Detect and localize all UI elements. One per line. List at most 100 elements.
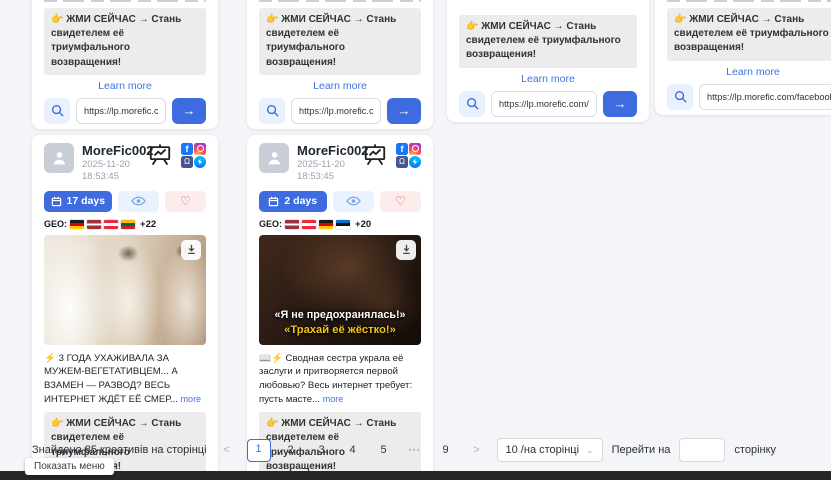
facebook-icon[interactable]	[396, 143, 408, 155]
creative-timestamp: 2025-11-20 18:53:45	[297, 159, 363, 183]
flag-austria-icon	[302, 220, 316, 229]
arrow-right-icon: →	[614, 96, 627, 111]
landing-url-input[interactable]	[699, 84, 831, 110]
pages-ellipsis[interactable]: •••	[404, 440, 426, 461]
learn-more-link[interactable]: Learn more	[667, 65, 831, 79]
page-3[interactable]: 3	[311, 440, 333, 461]
duration-button[interactable]: 2 days	[259, 191, 327, 212]
geo-flags	[285, 220, 350, 229]
flag-austria-icon	[104, 220, 118, 229]
landing-url-input[interactable]	[291, 98, 381, 124]
placement-icons	[148, 143, 206, 171]
search-icon[interactable]	[259, 98, 285, 124]
advertiser-info: MoreFic002 2025-11-20 18:53:45	[82, 143, 148, 183]
open-url-button[interactable]: →	[172, 98, 206, 124]
calendar-icon	[51, 196, 62, 207]
creative-card-clipped-4: 👉 ЖМИ СЕЙЧАС → Стань свидетелем её триум…	[655, 0, 831, 115]
landing-url-input[interactable]	[76, 98, 166, 124]
duration-label: 17 days	[67, 195, 106, 207]
more-link[interactable]: more	[181, 394, 202, 404]
eye-icon	[346, 196, 361, 206]
image-download-button[interactable]	[181, 240, 201, 260]
goto-page-input[interactable]	[679, 438, 725, 462]
geo-label: GEO:	[44, 219, 67, 229]
ad-cta-text: 👉 ЖМИ СЕЙЧАС → Стань свидетелем её триум…	[44, 8, 206, 75]
page-1[interactable]: 1	[247, 439, 271, 462]
page-size-value: 10 /на сторінці	[506, 444, 580, 456]
instagram-icon[interactable]	[194, 143, 206, 155]
image-caption-line2: «Трахай её жёстко!»	[261, 323, 419, 338]
learn-more-link[interactable]: Learn more	[459, 72, 637, 86]
geo-row: GEO: +20	[259, 219, 421, 230]
card-actions: 2 days ♡	[259, 191, 421, 212]
clipped-text-remnant	[44, 0, 206, 2]
next-page-icon[interactable]: >	[466, 440, 488, 461]
social-networks	[181, 143, 206, 168]
show-menu-button[interactable]: Показать меню	[25, 458, 114, 475]
advertiser-avatar	[259, 143, 289, 173]
flag-germany-icon	[70, 220, 84, 229]
ad-cta-text: 👉 ЖМИ СЕЙЧАС → Стань свидетелем её триум…	[459, 15, 637, 68]
views-button[interactable]	[333, 191, 374, 212]
column-3: ИНТЕРНЕТ ЖДЁТ ЕЁ СМЕР... more 👉 ЖМИ СЕЙЧ…	[447, 0, 649, 122]
url-row: →	[44, 98, 206, 124]
creative-card-clipped-1: 👉 ЖМИ СЕЙЧАС → Стань свидетелем её триум…	[32, 0, 218, 129]
download-icon	[186, 244, 197, 255]
heart-icon: ♡	[180, 195, 191, 207]
views-button[interactable]	[118, 191, 159, 212]
search-icon[interactable]	[459, 91, 485, 117]
page-5[interactable]: 5	[373, 440, 395, 461]
open-url-button[interactable]: →	[387, 98, 421, 124]
facebook-icon[interactable]	[181, 143, 193, 155]
creative-card-1: MoreFic002 2025-11-20 18:53:45	[32, 135, 218, 480]
creative-card-clipped-3: ИНТЕРНЕТ ЖДЁТ ЕЁ СМЕР... more 👉 ЖМИ СЕЙЧ…	[447, 0, 649, 122]
goto-prefix: Перейти на	[612, 444, 671, 456]
page-9[interactable]: 9	[435, 440, 457, 461]
clipped-text-remnant	[667, 0, 831, 2]
page-size-select[interactable]: 10 /на сторінці ⌄	[497, 438, 603, 462]
ad-spy-creatives-page: 👉 ЖМИ СЕЙЧАС → Стань свидетелем её триум…	[0, 0, 831, 480]
search-icon[interactable]	[44, 98, 70, 124]
more-link[interactable]: more	[323, 394, 344, 404]
geo-label: GEO:	[259, 219, 282, 229]
favorite-button[interactable]: ♡	[380, 191, 421, 212]
flag-germany-icon	[319, 220, 333, 229]
column-2: 👉 ЖМИ СЕЙЧАС → Стань свидетелем её триум…	[247, 0, 433, 480]
url-row: →	[667, 84, 831, 110]
search-icon[interactable]	[667, 84, 693, 110]
page-4[interactable]: 4	[342, 440, 364, 461]
card-actions: 17 days ♡	[44, 191, 206, 212]
messenger-icon[interactable]	[409, 156, 421, 168]
ad-body-text: ⚡ 3 ГОДА УХАЖИВАЛА ЗА МУЖЕМ-ВЕГЕТАТИВЦЕМ…	[44, 352, 206, 406]
advertiser-name: MoreFic002	[297, 143, 363, 158]
audience-network-icon[interactable]	[396, 156, 408, 168]
geo-more-count[interactable]: +20	[355, 219, 371, 230]
url-row: →	[459, 91, 637, 117]
audience-network-icon[interactable]	[181, 156, 193, 168]
learn-more-link[interactable]: Learn more	[44, 79, 206, 93]
instagram-icon[interactable]	[409, 143, 421, 155]
messenger-icon[interactable]	[194, 156, 206, 168]
flag-estonia-icon	[336, 220, 350, 229]
results-count: Знайдено 85 креативів на сторінці	[32, 444, 207, 456]
advertiser-avatar	[44, 143, 74, 173]
image-caption: «Я не предохранялась!» «Трахай её жёстко…	[261, 308, 419, 338]
presentation-chart-icon	[363, 143, 387, 171]
pagination-bar: Знайдено 85 креативів на сторінці < 1 2 …	[32, 438, 776, 462]
creative-card-2: MoreFic002 2025-11-20 18:53:45	[247, 135, 433, 480]
duration-button[interactable]: 17 days	[44, 191, 112, 212]
creative-image-wedding-scene[interactable]	[44, 235, 206, 345]
eye-icon	[131, 196, 146, 206]
heart-icon: ♡	[395, 195, 406, 207]
image-caption-line1: «Я не предохранялась!»	[261, 308, 419, 323]
landing-url-input[interactable]	[491, 91, 597, 117]
learn-more-link[interactable]: Learn more	[259, 79, 421, 93]
prev-page-icon[interactable]: <	[216, 440, 238, 461]
favorite-button[interactable]: ♡	[165, 191, 206, 212]
creative-image-rain-glass-scene[interactable]: «Я не предохранялась!» «Трахай её жёстко…	[259, 235, 421, 345]
image-download-button[interactable]	[396, 240, 416, 260]
chevron-down-icon: ⌄	[586, 446, 594, 455]
page-2[interactable]: 2	[280, 440, 302, 461]
open-url-button[interactable]: →	[603, 91, 637, 117]
geo-more-count[interactable]: +22	[140, 219, 156, 230]
